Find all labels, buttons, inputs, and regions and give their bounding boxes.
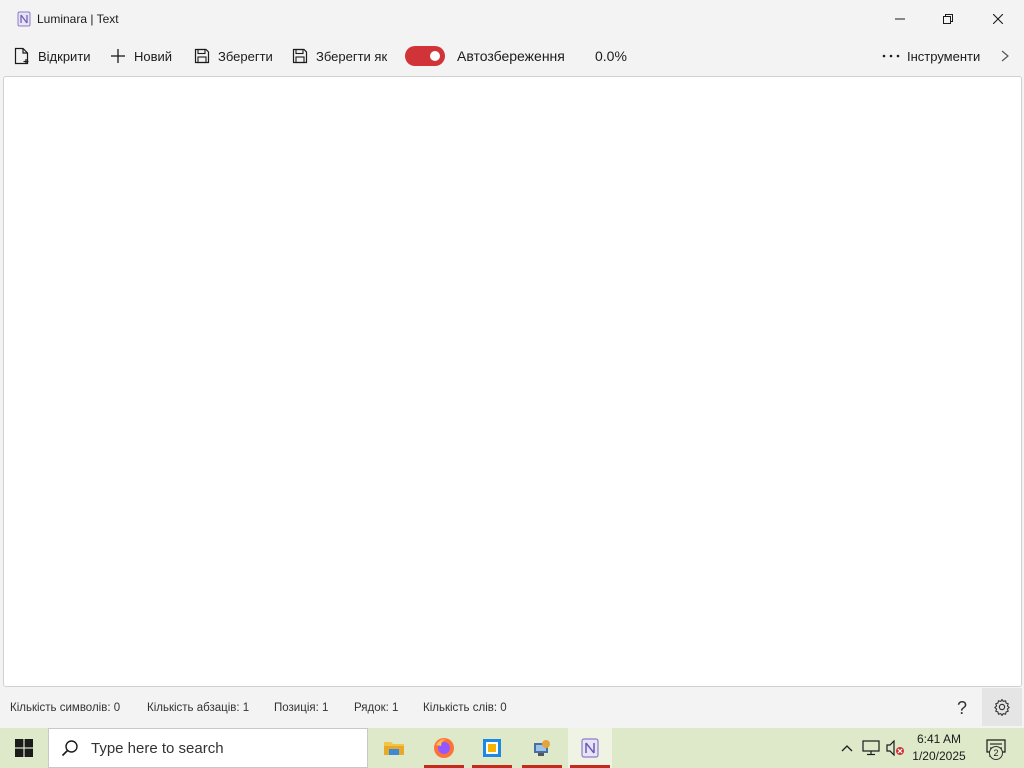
close-icon	[993, 14, 1003, 24]
help-button[interactable]: ?	[944, 692, 980, 724]
minimize-button[interactable]	[876, 0, 924, 38]
autosave-label: Автозбереження	[457, 48, 565, 64]
clock-date: 1/20/2025	[912, 749, 966, 763]
settings-button[interactable]	[982, 688, 1022, 726]
plus-icon	[111, 49, 125, 63]
more-dots-icon	[882, 54, 900, 58]
firefox-icon	[434, 738, 454, 758]
minimize-icon	[895, 18, 905, 20]
save-button[interactable]: Зберегти	[194, 44, 273, 68]
taskbar-virtualbox[interactable]	[470, 728, 514, 768]
restore-button[interactable]	[924, 0, 972, 38]
taskbar-network-app[interactable]	[520, 728, 564, 768]
autosave-toggle[interactable]	[405, 46, 445, 66]
line-number: Рядок: 1	[354, 702, 399, 714]
save-as-button-label: Зберегти як	[316, 48, 388, 64]
network-icon	[862, 740, 880, 756]
virtualbox-icon	[483, 739, 501, 757]
chevron-right-icon[interactable]	[998, 48, 1012, 64]
close-button[interactable]	[974, 0, 1022, 38]
help-icon: ?	[956, 697, 967, 718]
paragraph-count: Кількість абзаців: 1	[147, 702, 250, 714]
taskbar: Type here to search 6:41 AM 1/20/2025 2	[0, 728, 1024, 768]
word-count: Кількість слів: 0	[423, 702, 507, 714]
taskbar-luminara[interactable]	[568, 728, 612, 768]
new-button-label: Новий	[134, 48, 173, 64]
status-bar: Кількість символів: 0 Кількість абзаців:…	[0, 688, 1024, 728]
toggle-knob	[430, 51, 440, 61]
open-button-label: Відкрити	[38, 48, 91, 64]
clock-time: 6:41 AM	[916, 732, 962, 746]
cursor-position: Позиція: 1	[274, 702, 329, 714]
notification-count-badge: 2	[989, 746, 1003, 760]
notification-center-button[interactable]: 2	[978, 728, 1014, 768]
app-icon	[17, 11, 31, 27]
taskbar-file-explorer[interactable]	[372, 728, 416, 768]
windows-logo-icon	[15, 739, 33, 757]
search-placeholder: Type here to search	[91, 739, 224, 757]
toolbar: Відкрити Новий Зберегти Зберегти як Авто…	[0, 38, 1024, 74]
open-file-icon	[14, 47, 29, 65]
folder-icon	[384, 742, 404, 755]
gear-icon	[994, 698, 1010, 716]
tray-volume[interactable]	[884, 728, 906, 768]
save-as-icon	[292, 48, 308, 64]
taskbar-clock[interactable]: 6:41 AM 1/20/2025	[908, 731, 970, 765]
tools-button-label: Інструменти	[907, 48, 981, 64]
char-count: Кількість символів: 0	[10, 702, 121, 714]
luminara-app-icon	[581, 738, 599, 758]
search-icon	[61, 740, 78, 757]
taskbar-search[interactable]: Type here to search	[48, 728, 368, 768]
taskbar-firefox[interactable]	[422, 728, 466, 768]
open-button[interactable]: Відкрити	[14, 44, 91, 68]
start-button[interactable]	[0, 728, 48, 768]
progress-percent: 0.0%	[595, 48, 627, 64]
chevron-up-icon	[841, 745, 853, 752]
new-button[interactable]: Новий	[110, 44, 172, 68]
save-button-label: Зберегти	[218, 48, 273, 64]
tray-overflow-button[interactable]	[838, 728, 856, 768]
restore-icon	[943, 14, 953, 24]
tools-button[interactable]: Інструменти	[882, 46, 980, 66]
tray-network[interactable]	[860, 728, 882, 768]
network-app-icon	[534, 740, 550, 756]
window-title: Luminara | Text	[37, 12, 119, 26]
save-as-button[interactable]: Зберегти як	[292, 44, 387, 68]
volume-muted-icon	[886, 740, 904, 756]
save-icon	[194, 48, 210, 64]
text-editor[interactable]	[3, 76, 1022, 687]
title-bar: Luminara | Text	[0, 0, 1024, 38]
